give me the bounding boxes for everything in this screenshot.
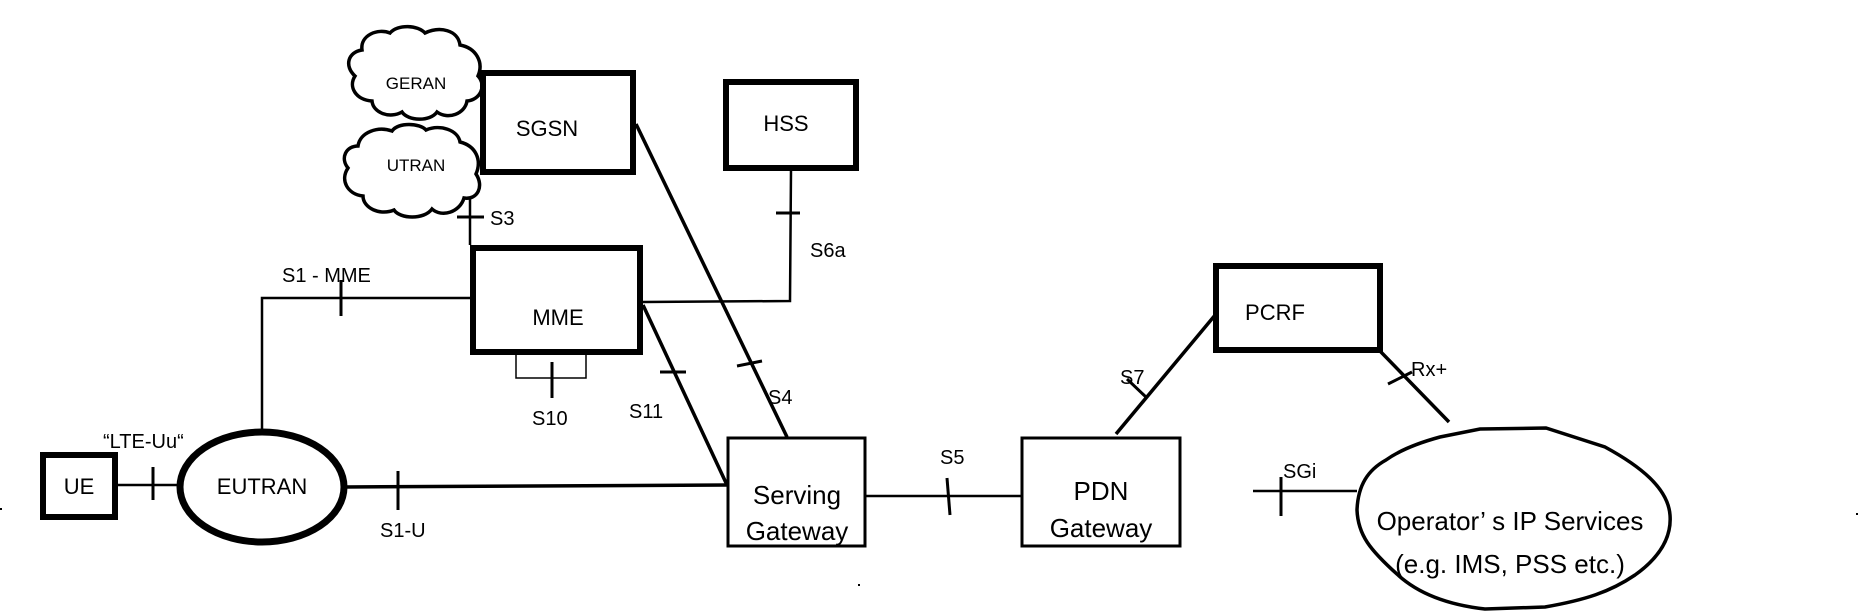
interface-label-rx-plus: Rx+ — [1411, 359, 1447, 381]
node-hss[interactable]: HSS — [723, 79, 859, 171]
node-label-line2: Gateway — [1050, 513, 1153, 543]
node-label: EUTRAN — [217, 474, 307, 499]
node-label-line1: PDN — [1074, 476, 1129, 506]
node-eutran[interactable]: EUTRAN — [176, 428, 348, 546]
node-ue[interactable]: UE — [40, 452, 118, 520]
interface-label-s10: S10 — [532, 408, 568, 430]
node-utran[interactable]: UTRAN — [342, 122, 482, 219]
node-label: HSS — [763, 111, 808, 136]
interface-label-s5: S5 — [940, 447, 964, 469]
link-s1-u — [343, 471, 729, 510]
node-label: UTRAN — [387, 156, 446, 175]
eps-architecture-diagram: GERAN UTRAN SGSN HSS MME UE EUTRAN Servi… — [0, 24, 1858, 611]
node-geran[interactable]: GERAN — [346, 24, 484, 121]
node-label: SGSN — [516, 116, 578, 141]
interface-label-s1-mme: S1 - MME — [282, 265, 371, 287]
node-pcrf[interactable]: PCRF — [1213, 263, 1383, 353]
interface-label-sgi: SGi — [1283, 461, 1316, 483]
interface-label-s6a: S6a — [810, 240, 846, 262]
cloud-shape — [346, 24, 484, 121]
node-sgsn[interactable]: SGSN — [480, 70, 636, 175]
link-s10 — [515, 354, 587, 398]
interface-label-s7: S7 — [1120, 367, 1144, 389]
interface-label-s3: S3 — [490, 208, 514, 230]
interface-label-s1-u: S1-U — [380, 520, 426, 542]
node-label: GERAN — [386, 74, 446, 93]
scan-speck — [0, 508, 2, 510]
interface-label-s4: S4 — [768, 387, 792, 409]
node-label: PCRF — [1245, 300, 1305, 325]
scan-speck — [858, 584, 860, 586]
node-label-line2: Gateway — [746, 516, 849, 546]
link-s1-mme — [260, 280, 472, 430]
interface-label-lte-uu: “LTE-Uu“ — [103, 431, 184, 453]
link-s11 — [641, 304, 729, 486]
node-label: UE — [64, 474, 95, 499]
node-operator-ip-services[interactable]: Operator’ s IP Services (e.g. IMS, PSS e… — [1355, 426, 1672, 611]
node-label-line1: Operator’ s IP Services — [1377, 506, 1644, 536]
node-label-line2: (e.g. IMS, PSS etc.) — [1395, 549, 1625, 579]
node-label: MME — [532, 305, 583, 330]
node-serving-gateway[interactable]: Serving Gateway — [726, 436, 867, 548]
node-mme[interactable]: MME — [470, 245, 643, 355]
node-pdn-gateway[interactable]: PDN Gateway — [1020, 436, 1182, 548]
link-s5 — [865, 477, 1022, 516]
interface-label-s11: S11 — [629, 401, 663, 423]
link-lte-uu — [116, 467, 182, 500]
node-label-line1: Serving — [753, 480, 841, 510]
